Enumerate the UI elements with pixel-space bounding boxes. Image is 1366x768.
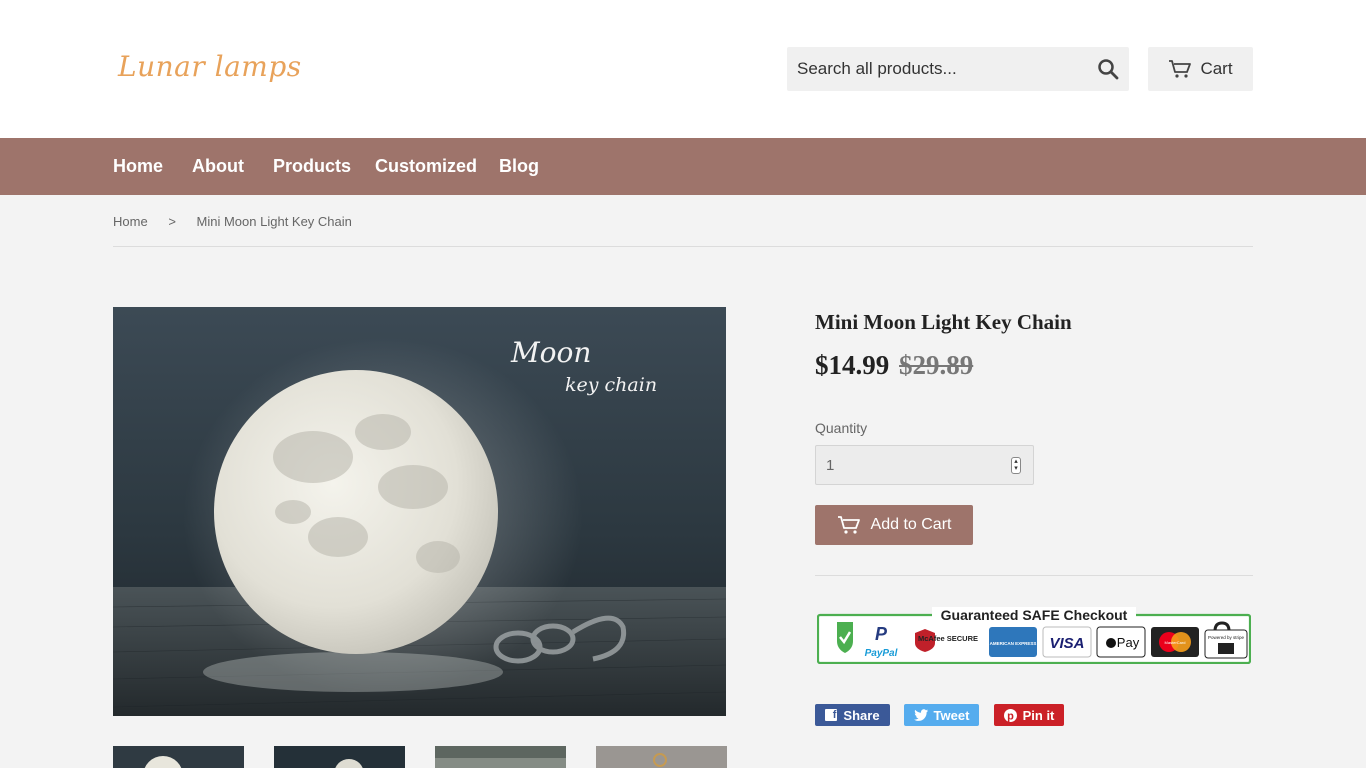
main-nav: Home About Products Customized Blog <box>0 138 1366 195</box>
svg-text:P: P <box>875 624 888 644</box>
pinterest-pin-button[interactable]: p Pin it <box>994 704 1064 726</box>
search-input[interactable] <box>787 47 1087 91</box>
nav-item-about[interactable]: About <box>192 138 244 195</box>
compare-at-price: $29.89 <box>899 350 974 380</box>
product-price: $14.99 <box>815 350 890 380</box>
svg-text:p: p <box>1007 710 1014 722</box>
pin-label: Pin it <box>1022 707 1055 723</box>
store-logo[interactable]: Lunar lamps <box>118 50 302 83</box>
breadcrumb-separator: > <box>168 214 176 229</box>
product-title: Mini Moon Light Key Chain <box>815 310 1072 334</box>
badge-mcafee: McAfee SECURE <box>918 634 978 643</box>
cart-icon <box>1169 60 1192 78</box>
product-main-image[interactable]: Moon key chain <box>113 307 726 716</box>
quantity-spin-icon[interactable]: ▴ ▾ <box>1011 457 1021 474</box>
shield-check-icon <box>837 622 853 653</box>
add-to-cart-button[interactable]: Add to Cart <box>815 505 973 545</box>
image-text-moon: Moon <box>510 336 591 369</box>
breadcrumb-divider <box>113 246 1253 247</box>
breadcrumb-home[interactable]: Home <box>113 214 148 229</box>
site-header: Lunar lamps Cart <box>0 0 1366 138</box>
badge-applepay: Pay <box>1117 635 1140 650</box>
breadcrumb: Home > Mini Moon Light Key Chain <box>113 214 352 229</box>
breadcrumb-current: Mini Moon Light Key Chain <box>196 214 352 229</box>
add-to-cart-label: Add to Cart <box>870 516 952 533</box>
badge-stripe: Powered by stripe <box>1208 635 1245 640</box>
image-text-keychain: key chain <box>565 374 657 396</box>
thumbnail-image <box>653 753 667 767</box>
search-button[interactable] <box>1095 57 1121 83</box>
twitter-icon <box>913 709 928 721</box>
mastercard-icon: MasterCard <box>1151 627 1199 657</box>
thumbnail-image <box>144 756 182 768</box>
safe-checkout-heading: Guaranteed SAFE Checkout <box>941 607 1128 623</box>
nav-item-products[interactable]: Products <box>273 138 351 195</box>
facebook-share-button[interactable]: f Share <box>815 704 890 726</box>
nav-item-blog[interactable]: Blog <box>499 138 539 195</box>
apple-pay-icon: Pay <box>1096 626 1146 658</box>
cart-button[interactable]: Cart <box>1148 47 1253 91</box>
product-thumbnail[interactable] <box>113 746 244 768</box>
share-label: Share <box>843 707 880 723</box>
quantity-input[interactable] <box>816 446 1006 484</box>
badge-amex: AMERICAN EXPRESS <box>990 641 1037 646</box>
product-divider <box>815 575 1253 576</box>
amex-icon: AMERICAN EXPRESS <box>989 627 1037 657</box>
nav-item-customized[interactable]: Customized <box>375 138 477 195</box>
product-thumbnail[interactable] <box>596 746 727 768</box>
thumbnail-image <box>435 758 566 768</box>
badge-visa: VISA <box>1049 635 1084 652</box>
cart-icon <box>837 516 860 534</box>
thumbnail-image <box>335 759 363 768</box>
search-icon <box>1098 58 1119 79</box>
product-thumbnail[interactable] <box>435 746 566 768</box>
badge-paypal: PayPal <box>865 648 898 659</box>
moon-keychain-photo: Moon key chain <box>113 307 726 716</box>
nav-item-home[interactable]: Home <box>113 138 163 195</box>
pinterest-icon: p <box>1003 708 1017 722</box>
quantity-label: Quantity <box>815 420 868 436</box>
visa-icon: VISA <box>1042 626 1092 658</box>
safe-checkout-badge: Guaranteed SAFE Checkout P PayPal McAfee… <box>816 607 1252 665</box>
cart-label: Cart <box>1200 59 1233 78</box>
product-thumbnail[interactable] <box>274 746 405 768</box>
quantity-stepper: ▴▾ <box>815 445 1034 485</box>
facebook-icon: f <box>825 709 838 721</box>
twitter-tweet-button[interactable]: Tweet <box>904 704 979 726</box>
tweet-label: Tweet <box>933 707 970 723</box>
badge-mastercard: MasterCard <box>1165 640 1186 645</box>
search-bar <box>787 47 1129 91</box>
